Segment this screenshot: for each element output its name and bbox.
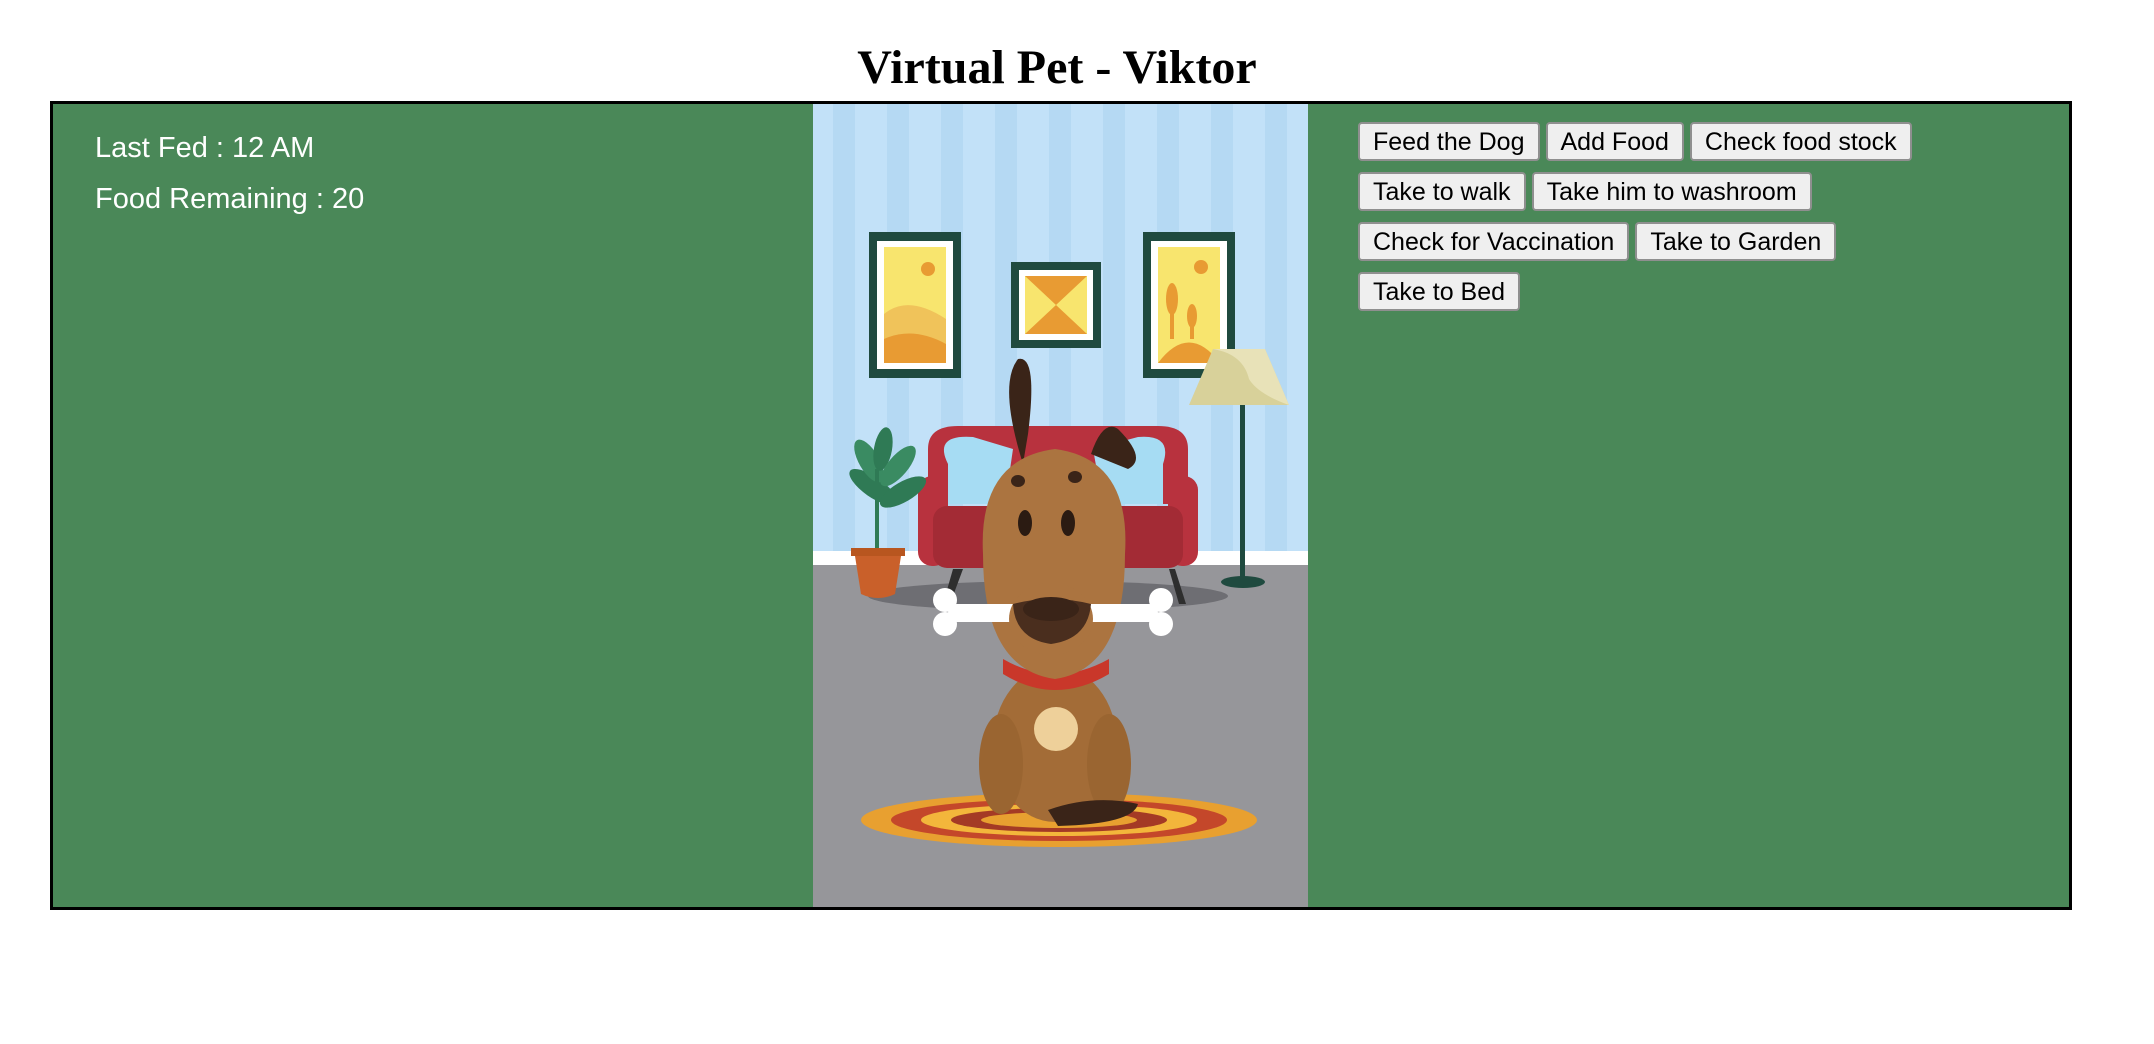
pet-scene bbox=[813, 104, 1308, 907]
take-to-garden-button[interactable]: Take to Garden bbox=[1635, 222, 1837, 261]
pet-panel: Last Fed : 12 AM Food Remaining : 20 Fee… bbox=[50, 101, 2072, 910]
page-title: Virtual Pet - Viktor bbox=[857, 41, 1257, 94]
feed-dog-button[interactable]: Feed the Dog bbox=[1358, 122, 1540, 161]
check-food-stock-button[interactable]: Check food stock bbox=[1689, 122, 1912, 161]
food-remaining-text: Food Remaining : 20 bbox=[95, 183, 365, 215]
take-to-walk-button[interactable]: Take to walk bbox=[1358, 172, 1526, 211]
dog-room-illustration bbox=[813, 104, 1308, 907]
take-to-washroom-button[interactable]: Take him to washroom bbox=[1531, 172, 1812, 211]
check-vaccination-button[interactable]: Check for Vaccination bbox=[1358, 222, 1630, 261]
picture-frame-left bbox=[869, 232, 961, 378]
take-to-bed-button[interactable]: Take to Bed bbox=[1358, 272, 1521, 311]
add-food-button[interactable]: Add Food bbox=[1545, 122, 1684, 161]
status-panel: Last Fed : 12 AM Food Remaining : 20 bbox=[95, 128, 364, 230]
last-fed-text: Last Fed : 12 AM bbox=[95, 132, 315, 164]
action-buttons: Feed the Dog Add Food Check food stock Tak… bbox=[1358, 122, 1998, 322]
picture-frame-middle bbox=[1011, 262, 1101, 348]
